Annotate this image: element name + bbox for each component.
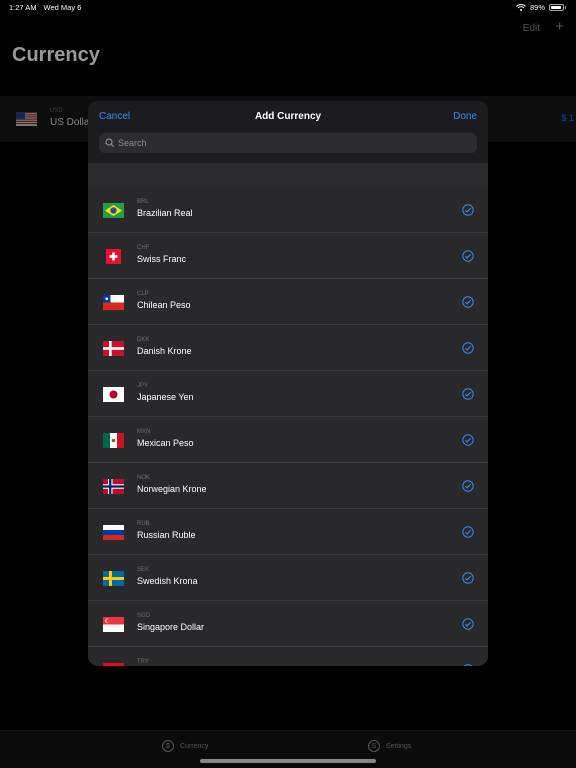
currency-name: Mexican Peso <box>137 438 194 448</box>
dollar-circle-icon: $ <box>162 740 174 752</box>
tab-currency[interactable]: $ Currency <box>162 740 208 752</box>
currency-list: BRL Brazilian Real CHF Swiss Franc CLP C… <box>88 187 488 666</box>
battery-icon <box>549 4 564 11</box>
currency-code: USD <box>50 108 63 114</box>
currency-code: SGD <box>137 613 151 619</box>
modal-nav-bar: Add Currency Cancel Done Search <box>88 101 488 163</box>
currency-code: RUB <box>137 521 150 527</box>
done-button[interactable]: Done <box>453 111 477 122</box>
status-bar: 1:27 AM Wed May 6 89% <box>0 0 576 14</box>
checkmark-circle-icon[interactable] <box>462 618 474 630</box>
page-title: Currency <box>12 44 100 66</box>
currency-code: MXN <box>137 429 151 435</box>
wifi-icon <box>516 4 526 11</box>
chile-flag-icon <box>103 295 124 310</box>
list-item[interactable]: DKK Danish Krone <box>88 325 488 371</box>
checkmark-circle-icon[interactable] <box>462 664 474 666</box>
currency-code: BRL <box>137 199 149 205</box>
tab-settings-label: Settings <box>386 742 412 750</box>
list-item[interactable]: BRL Brazilian Real <box>88 187 488 233</box>
edit-button[interactable]: Edit <box>523 23 540 34</box>
battery-percent: 89% <box>529 3 545 12</box>
checkmark-circle-icon[interactable] <box>462 250 474 262</box>
currency-name: Russian Ruble <box>137 530 196 540</box>
add-currency-modal: Add Currency Cancel Done Search BRL Braz… <box>88 101 488 666</box>
usa-flag-icon <box>16 112 37 126</box>
list-item[interactable]: RUB Russian Ruble <box>88 509 488 555</box>
checkmark-circle-icon[interactable] <box>462 204 474 216</box>
currency-name: Brazilian Real <box>137 208 193 218</box>
currency-name: Chilean Peso <box>137 300 191 310</box>
list-item[interactable]: SGD Singapore Dollar <box>88 601 488 647</box>
denmark-flag-icon <box>103 341 124 356</box>
background-header: Edit + Currency <box>0 14 576 96</box>
currency-name: Swedish Krona <box>137 576 198 586</box>
tab-settings[interactable]: S Settings <box>368 740 411 752</box>
checkmark-circle-icon[interactable] <box>462 572 474 584</box>
list-item[interactable]: NOK Norwegian Krone <box>88 463 488 509</box>
currency-code: NOK <box>137 475 151 481</box>
switzerland-flag-icon <box>106 249 121 264</box>
list-item[interactable]: TRY <box>88 647 488 666</box>
mexico-flag-icon <box>103 433 124 448</box>
checkmark-circle-icon[interactable] <box>462 296 474 308</box>
singapore-flag-icon <box>103 617 124 632</box>
add-button[interactable]: + <box>555 18 564 35</box>
list-item[interactable]: CHF Swiss Franc <box>88 233 488 279</box>
search-placeholder: Search <box>118 138 147 148</box>
brazil-flag-icon <box>103 203 124 218</box>
currency-value: $ 1 <box>561 113 574 123</box>
status-time: 1:27 AM <box>9 3 37 12</box>
section-header <box>88 163 488 187</box>
currency-code: TRY <box>137 659 149 665</box>
modal-title: Add Currency <box>254 111 322 122</box>
currency-name: Singapore Dollar <box>137 622 205 632</box>
currency-code: CLP <box>137 291 149 297</box>
checkmark-circle-icon[interactable] <box>462 434 474 446</box>
tab-currency-label: Currency <box>180 742 209 750</box>
currency-code: DKK <box>137 337 150 343</box>
currency-name: Danish Krone <box>137 346 192 356</box>
checkmark-circle-icon[interactable] <box>462 388 474 400</box>
currency-code: CHF <box>137 245 150 251</box>
currency-name: Swiss Franc <box>137 254 187 264</box>
list-item[interactable]: CLP Chilean Peso <box>88 279 488 325</box>
search-icon <box>105 138 115 148</box>
list-item[interactable]: MXN Mexican Peso <box>88 417 488 463</box>
cancel-button[interactable]: Cancel <box>99 111 130 122</box>
list-item[interactable]: JPY Japanese Yen <box>88 371 488 417</box>
search-input[interactable]: Search <box>99 133 477 153</box>
currency-name: Norwegian Krone <box>137 484 207 494</box>
status-date: Wed May 6 <box>43 3 82 12</box>
checkmark-circle-icon[interactable] <box>462 526 474 538</box>
checkmark-circle-icon[interactable] <box>462 480 474 492</box>
checkmark-circle-icon[interactable] <box>462 342 474 354</box>
turkey-flag-icon <box>103 663 124 666</box>
list-item[interactable]: SEK Swedish Krona <box>88 555 488 601</box>
currency-code: JPY <box>137 383 149 389</box>
battery-nub <box>565 6 566 9</box>
sweden-flag-icon <box>103 571 124 586</box>
currency-code: SEK <box>137 567 150 573</box>
russia-flag-icon <box>103 525 124 540</box>
currency-name: Japanese Yen <box>137 392 194 402</box>
norway-flag-icon <box>103 479 124 494</box>
japan-flag-icon <box>103 387 124 402</box>
currency-name: US Dollar <box>50 117 93 128</box>
settings-circle-icon: S <box>368 740 380 752</box>
home-indicator <box>200 759 376 763</box>
